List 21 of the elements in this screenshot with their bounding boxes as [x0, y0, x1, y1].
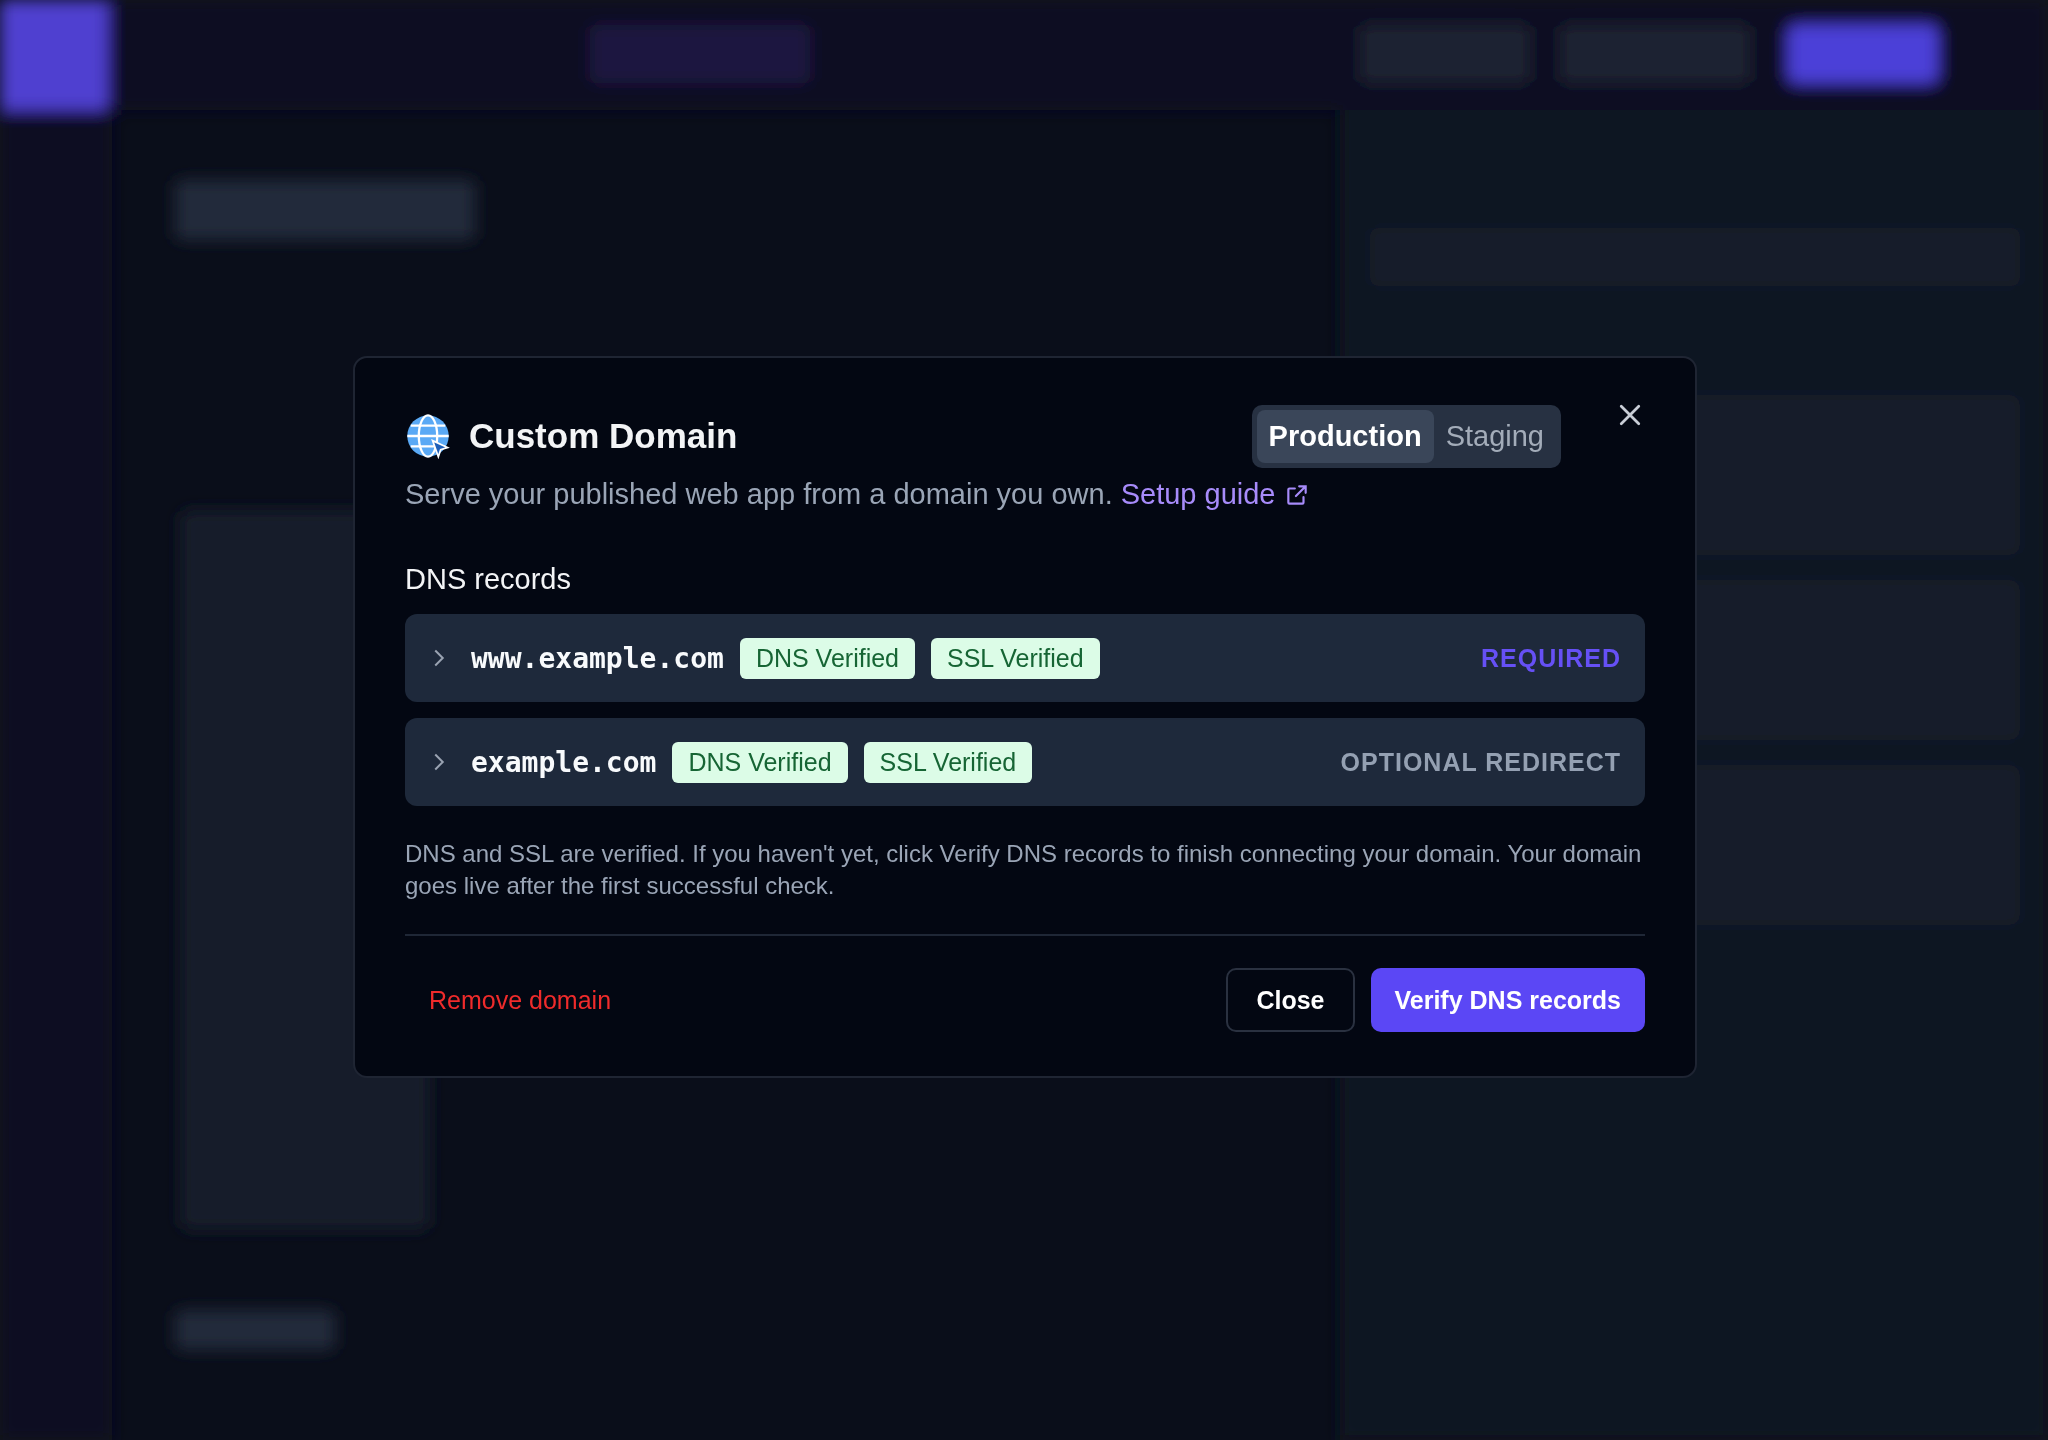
status-tag: SSL Verified: [863, 741, 1033, 783]
section-title: DNS records: [405, 563, 572, 596]
status-note: DNS and SSL are verified. If you haven't yet, click Verify DNS records to finish connecting your domain. Your domain goes live after the first successful check.: [405, 838, 1645, 936]
dialog-description: Serve your published web app from a domain you own.: [405, 478, 1113, 511]
status-tag: SSL Verified: [931, 637, 1100, 679]
status-tag: DNS Verified: [739, 637, 915, 679]
dns-record-row[interactable]: example.com DNS Verified SSL Verified OPTIONAL REDIRECT: [405, 718, 1645, 806]
domain-name: www.example.com: [471, 641, 724, 675]
environment-tab[interactable]: Staging: [1433, 409, 1556, 463]
close-button[interactable]: Close: [1226, 968, 1355, 1032]
requirement-label: REQUIRED: [1481, 643, 1621, 673]
dns-record-row[interactable]: www.example.com DNS Verified SSL Verified REQUIRED: [405, 614, 1645, 702]
setup-guide-link[interactable]: Setup guide: [1120, 478, 1276, 511]
requirement-label: OPTIONAL REDIRECT: [1340, 747, 1621, 777]
domain-name: example.com: [471, 745, 657, 779]
environment-tab[interactable]: Production: [1256, 409, 1434, 463]
dialog-title: Custom Domain: [469, 416, 738, 456]
verify-button[interactable]: Verify DNS records: [1370, 968, 1645, 1032]
status-tag: DNS Verified: [672, 741, 848, 783]
remove-domain-button[interactable]: Remove domain: [405, 973, 636, 1027]
globe-icon: [405, 413, 451, 459]
